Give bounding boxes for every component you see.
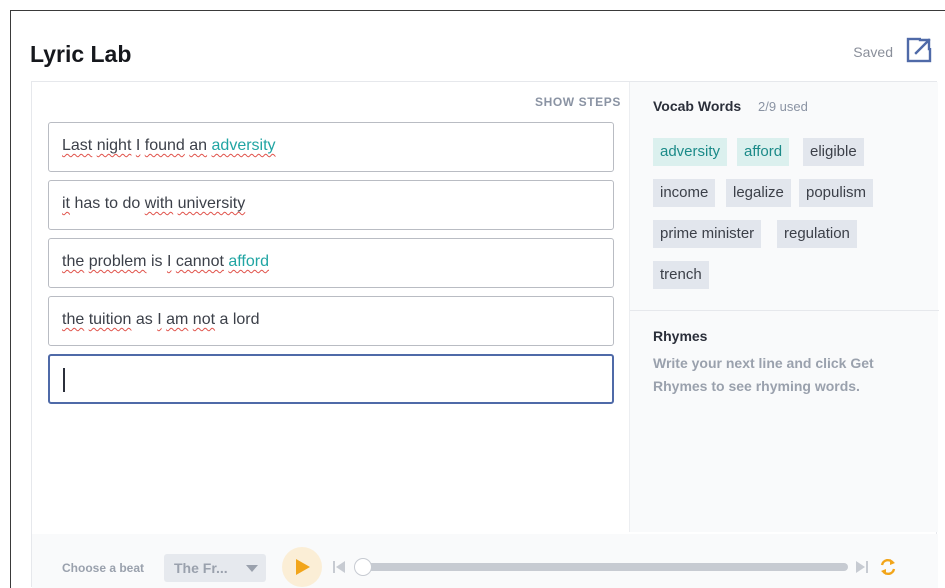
spellcheck-word: not <box>192 311 216 328</box>
spellcheck-word: university <box>177 195 246 212</box>
vocab-word-highlight: afford <box>228 253 269 270</box>
spellcheck-word: the <box>62 253 85 270</box>
spellcheck-word: tuition <box>88 311 132 328</box>
lyric-line-text: Last night I found an adversity <box>62 137 276 155</box>
spellcheck-word: found <box>144 137 185 154</box>
skip-back-icon[interactable] <box>332 560 346 574</box>
vocab-title: Vocab Words <box>653 98 742 114</box>
rhymes-title: Rhymes <box>653 328 708 344</box>
vocab-chip[interactable]: prime minister <box>653 220 762 248</box>
vocab-chip[interactable]: eligible <box>803 138 864 166</box>
spellcheck-word: I <box>157 311 162 328</box>
vocab-chip[interactable]: income <box>653 179 716 207</box>
lyric-line-1[interactable]: Last night I found an adversity <box>48 122 614 172</box>
saved-status: Saved <box>853 44 893 60</box>
play-icon <box>296 559 310 575</box>
progress-knob[interactable] <box>354 558 372 576</box>
lyric-line-4[interactable]: the tuition as I am not a lord <box>48 296 614 346</box>
spellcheck-word: am <box>166 311 189 328</box>
sidebar: Vocab Words 2/9 used adversity afford el… <box>629 82 939 532</box>
open-external-icon[interactable] <box>906 37 932 63</box>
lyric-line-text: it has to do with university <box>62 195 246 212</box>
lyric-panel: SHOW STEPS Last night I found an adversi… <box>31 81 939 588</box>
spellcheck-word: night <box>96 137 132 154</box>
choose-beat-label: Choose a beat <box>62 561 145 575</box>
beat-select[interactable]: The Fr... <box>164 554 266 582</box>
spellcheck-word: I <box>135 137 141 154</box>
text-caret <box>63 368 65 392</box>
vocab-count: 2/9 used <box>758 99 808 114</box>
spellcheck-word: cannot <box>175 253 224 270</box>
spellcheck-word: the <box>62 311 85 328</box>
loop-icon[interactable] <box>877 556 899 578</box>
play-button[interactable] <box>282 547 322 587</box>
spellcheck-word: Last <box>62 137 93 154</box>
lyric-line-3[interactable]: the problem is I cannot afford <box>48 238 614 288</box>
app-title: Lyric Lab <box>30 41 132 67</box>
chevron-down-icon <box>246 565 258 572</box>
vocab-chip[interactable]: afford <box>737 138 790 166</box>
spellcheck-word: I <box>166 253 172 270</box>
vocab-chip[interactable]: trench <box>653 261 709 289</box>
vocab-chip[interactable]: populism <box>799 179 874 207</box>
vocab-chip[interactable]: legalize <box>726 179 791 207</box>
spellcheck-word: it <box>62 195 70 212</box>
spellcheck-word: problem <box>88 253 147 270</box>
beat-player: Choose a beat The Fr... <box>32 534 938 588</box>
lyric-line-text: the tuition as I am not a lord <box>62 311 260 328</box>
beat-select-value: The Fr... <box>174 560 228 576</box>
vocab-word-highlight: adversity <box>211 137 276 154</box>
vocab-chip[interactable]: regulation <box>777 220 857 248</box>
lyric-line-text: the problem is I cannot afford <box>62 253 269 270</box>
skip-forward-icon[interactable] <box>855 560 869 574</box>
lyric-editor: SHOW STEPS Last night I found an adversi… <box>32 82 629 532</box>
show-steps-button[interactable]: SHOW STEPS <box>535 95 621 109</box>
new-line-input[interactable] <box>48 354 614 404</box>
sidebar-divider <box>630 310 939 311</box>
spellcheck-word: an <box>189 137 208 154</box>
lyric-line-2[interactable]: it has to do with university <box>48 180 614 230</box>
vocab-chip[interactable]: adversity <box>653 138 728 166</box>
progress-track[interactable] <box>356 563 848 571</box>
spellcheck-word: with <box>144 195 174 212</box>
app-frame: Lyric Lab Saved SHOW STEPS Last night I … <box>10 10 945 588</box>
rhymes-hint: Write your next line and click Get Rhyme… <box>653 355 874 394</box>
